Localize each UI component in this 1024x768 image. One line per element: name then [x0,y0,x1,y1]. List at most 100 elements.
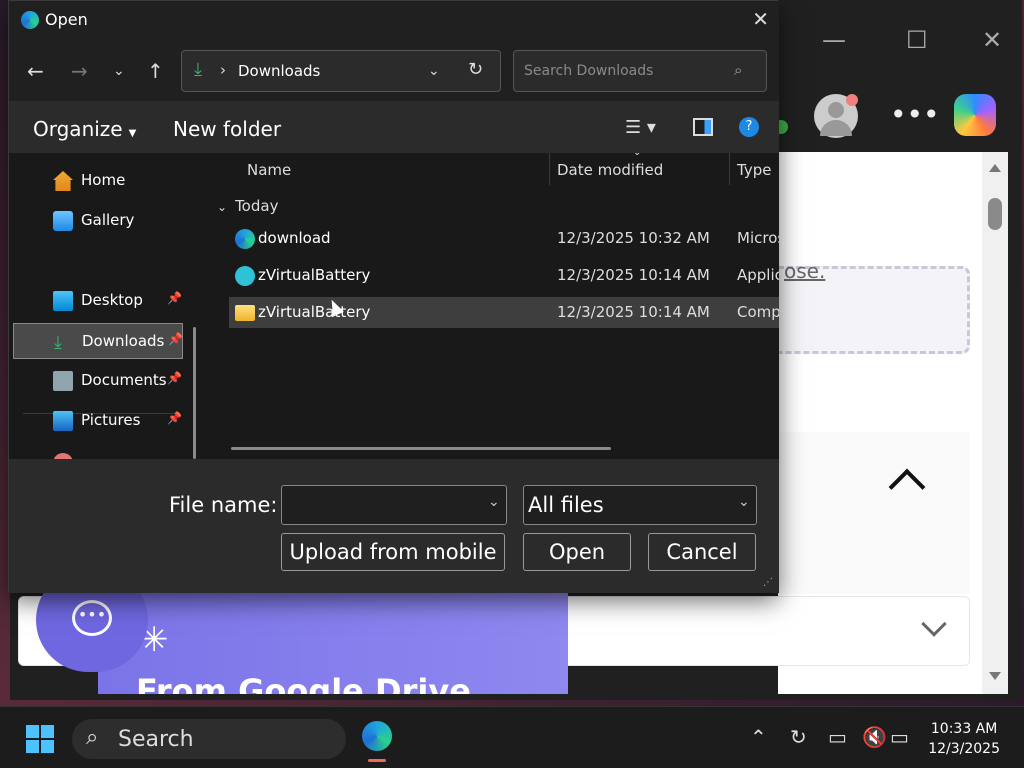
home-icon [53,171,73,191]
back-arrow-icon[interactable]: ← [27,59,44,83]
collapse-chevron-icon[interactable]: ⌄ [217,200,227,214]
file-name: zVirtualBattery [258,303,371,321]
help-icon[interactable]: ? [739,117,759,137]
dialog-titlebar: Open ✕ [9,1,779,39]
file-type: Micros [737,229,779,247]
maximize-icon[interactable]: ☐ [906,26,928,54]
display-icon[interactable]: ▭ [828,725,847,749]
nav-item-documents[interactable]: Documents 📌 [13,363,183,399]
upload-from-mobile-button[interactable]: Upload from mobile [281,533,505,571]
scrollbar-thumb[interactable] [988,198,1002,230]
chevron-down-icon[interactable] [921,611,947,637]
nav-item-label: Desktop [81,291,143,309]
new-folder-button[interactable]: New folder [173,117,281,141]
open-file-dialog: Open ✕ ← → ⌄ ↑ ⤓ › Downloads ⌄ ↻ Search … [8,0,779,593]
view-options-icon[interactable]: ☰ ▾ [625,117,656,138]
file-name-label: File name: [169,493,278,517]
sort-indicator-icon: ⌄ [633,153,641,158]
taskbar: ⌕ Search ⌃ ↻ ▭ 🔇 ▭ 10:33 AM 12/3/2025 [0,706,1024,768]
copilot-icon[interactable] [954,94,996,136]
file-row[interactable]: zVirtualBattery 12/3/2025 10:14 AM Appli… [229,260,779,291]
profile-avatar-icon[interactable] [814,94,858,138]
open-button[interactable]: Open [523,533,631,571]
nav-item-label: Home [81,171,126,189]
forward-arrow-icon[interactable]: → [71,59,88,83]
organize-label[interactable]: Organize [33,117,123,141]
battery-icon[interactable]: ▭ [890,725,909,749]
system-clock[interactable]: 10:33 AM 12/3/2025 [928,719,1000,759]
tray-overflow-chevron-icon[interactable]: ⌃ [750,725,767,749]
scroll-up-arrow-icon[interactable] [989,164,1001,172]
google-drive-banner[interactable]: ✳ From Google Drive [98,592,568,694]
pin-icon: 📌 [167,411,182,425]
cancel-button[interactable]: Cancel [648,533,756,571]
start-windows-icon[interactable] [26,725,54,753]
file-type: Applic [737,266,779,284]
close-icon[interactable]: ✕ [982,26,1002,54]
volume-muted-icon[interactable]: 🔇 [862,725,887,749]
group-label[interactable]: Today [235,197,278,215]
navigation-pane: Home Gallery Desktop 📌 ⤓ Downloads 📌 Doc… [9,153,207,459]
browser-caption-buttons: — ☐ ✕ [782,0,1022,80]
taskbar-search[interactable]: ⌕ Search [72,719,346,759]
refresh-icon[interactable]: ↻ [468,59,483,80]
pictures-icon [53,411,73,431]
download-folder-icon: ⤓ [194,59,202,80]
desktop-icon [53,291,73,311]
search-icon[interactable]: ⌕ [734,61,742,79]
column-name[interactable]: Name [247,161,291,179]
file-name: download [258,229,331,247]
organize-menu[interactable]: Organize ▼ [33,117,136,141]
file-row-selected[interactable]: zVirtualBattery 12/3/2025 10:14 AM Comp [229,297,779,328]
file-type: Comp [737,303,779,321]
dialog-close-icon[interactable]: ✕ [752,7,769,31]
upload-dropzone-text[interactable]: ose. [784,259,825,283]
pin-icon: 📌 [168,332,183,346]
dialog-footer: File name: ⌄ All files ⌄ Upload from mob… [9,459,779,593]
up-arrow-icon[interactable]: ↑ [147,59,164,83]
address-dropdown-icon[interactable]: ⌄ [428,63,440,79]
file-row[interactable]: download 12/3/2025 10:32 AM Micros [229,223,779,254]
minimize-icon[interactable]: — [822,26,846,54]
preview-pane-icon[interactable] [693,118,713,136]
column-type[interactable]: Type [737,161,771,179]
file-date: 12/3/2025 10:14 AM [557,303,710,321]
resize-grip-icon[interactable]: ⋰ [763,577,773,588]
column-divider[interactable] [549,153,550,185]
nav-item-desktop[interactable]: Desktop 📌 [13,283,183,319]
nav-item-label: Pictures [81,411,141,429]
nav-item-downloads[interactable]: ⤓ Downloads 📌 [13,323,183,359]
scroll-down-arrow-icon[interactable] [989,672,1001,680]
nav-item-gallery[interactable]: Gallery [13,203,183,239]
nav-item-music[interactable] [13,445,183,459]
address-path[interactable]: Downloads [238,62,320,80]
file-type-dropdown-icon[interactable]: ⌄ [738,494,750,510]
column-divider[interactable] [729,153,730,185]
active-app-indicator [368,759,386,762]
more-options-icon[interactable]: ••• [890,98,940,131]
file-name-input[interactable]: ⌄ [281,485,507,525]
group-header-today[interactable]: ⌄ Today [217,197,278,215]
horizontal-scrollbar[interactable] [231,447,611,450]
breadcrumb-chevron-icon[interactable]: › [220,61,226,79]
file-name-dropdown-icon[interactable]: ⌄ [488,494,500,510]
sync-icon[interactable]: ↻ [790,725,807,749]
column-date-modified[interactable]: Date modified [557,161,663,179]
command-bar: Organize ▼ New folder ☰ ▾ ? [9,101,779,153]
upload-dropzone[interactable]: ose. [778,259,970,354]
chevron-up-icon[interactable] [888,468,926,506]
recent-locations-icon[interactable]: ⌄ [113,63,125,79]
file-type-select[interactable]: All files ⌄ [523,485,757,525]
nav-scrollbar[interactable] [193,327,196,459]
pin-icon: 📌 [167,291,182,305]
nav-item-pictures[interactable]: Pictures 📌 [13,403,183,439]
nav-item-home[interactable]: Home [13,163,183,199]
file-type-value[interactable]: All files [528,493,604,517]
taskbar-edge-icon[interactable] [362,721,392,751]
page-scrollbar[interactable] [982,152,1008,694]
search-box[interactable]: Search Downloads ⌕ [513,50,767,92]
nav-item-label: Documents [81,371,167,389]
address-bar[interactable]: ⤓ › Downloads ⌄ ↻ [181,50,501,92]
search-placeholder[interactable]: Search Downloads [524,63,653,79]
pin-icon: 📌 [167,371,182,385]
